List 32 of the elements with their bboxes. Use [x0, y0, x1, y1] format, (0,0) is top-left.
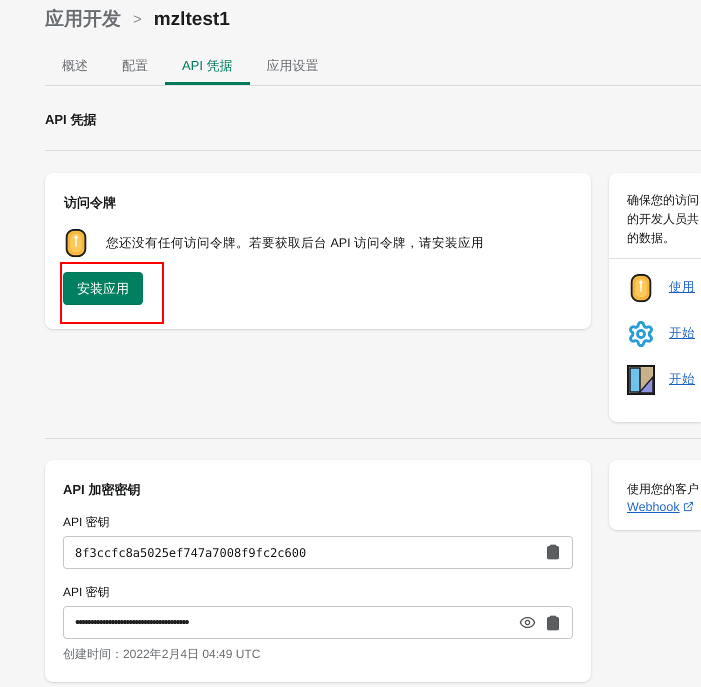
webhook-link[interactable]: Webhook [627, 498, 694, 516]
breadcrumb-separator: > [133, 10, 142, 30]
empty-message: 您还没有任何访问令牌。若要获取后台 API 访问令牌，请安装应用 [106, 234, 484, 252]
created-time: 创建时间：2022年2月4日 04:49 UTC [63, 646, 260, 663]
tab[interactable]: 配置 [105, 50, 165, 84]
key-field[interactable]: 8f3ccfc8a5025ef747a7008f9fc2c600 [63, 536, 573, 569]
coin-icon [629, 272, 653, 302]
side-card-link[interactable]: 开始 [669, 324, 695, 343]
gear-icon [627, 320, 655, 348]
external-link-icon [682, 501, 694, 512]
side-card-text: 的开发人员共 [627, 210, 700, 228]
card-title: API 加密密钥 [63, 480, 142, 498]
webhook-text: 使用您的客户 [627, 480, 699, 498]
side-card-link[interactable]: 开始 [669, 370, 695, 389]
tab[interactable]: 概述 [45, 50, 105, 84]
card-title: 访问令牌 [64, 194, 117, 212]
install-app-button[interactable]: 安装应用 [63, 272, 143, 305]
side-card-text: 的数据。 [627, 230, 676, 246]
side-card-link[interactable]: 使用 [669, 278, 695, 297]
side-card-text: 确保您的访问 [627, 192, 700, 208]
key-field[interactable]: •••••••••••••••••••••••••••••••••••••• [63, 606, 573, 639]
page-title: mzltest1 [154, 8, 230, 32]
breadcrumb-link[interactable]: 应用开发 [45, 6, 121, 34]
copy-icon[interactable] [545, 614, 561, 630]
copy-icon[interactable] [545, 544, 561, 560]
field-label: API 密钥 [63, 514, 111, 531]
coin-icon [64, 228, 88, 258]
field-label: API 密钥 [63, 584, 111, 601]
tab[interactable]: API 凭据 [165, 50, 250, 84]
show-icon[interactable] [519, 614, 536, 631]
tab[interactable]: 应用设置 [250, 50, 336, 84]
section-title: API 凭据 [45, 110, 96, 128]
